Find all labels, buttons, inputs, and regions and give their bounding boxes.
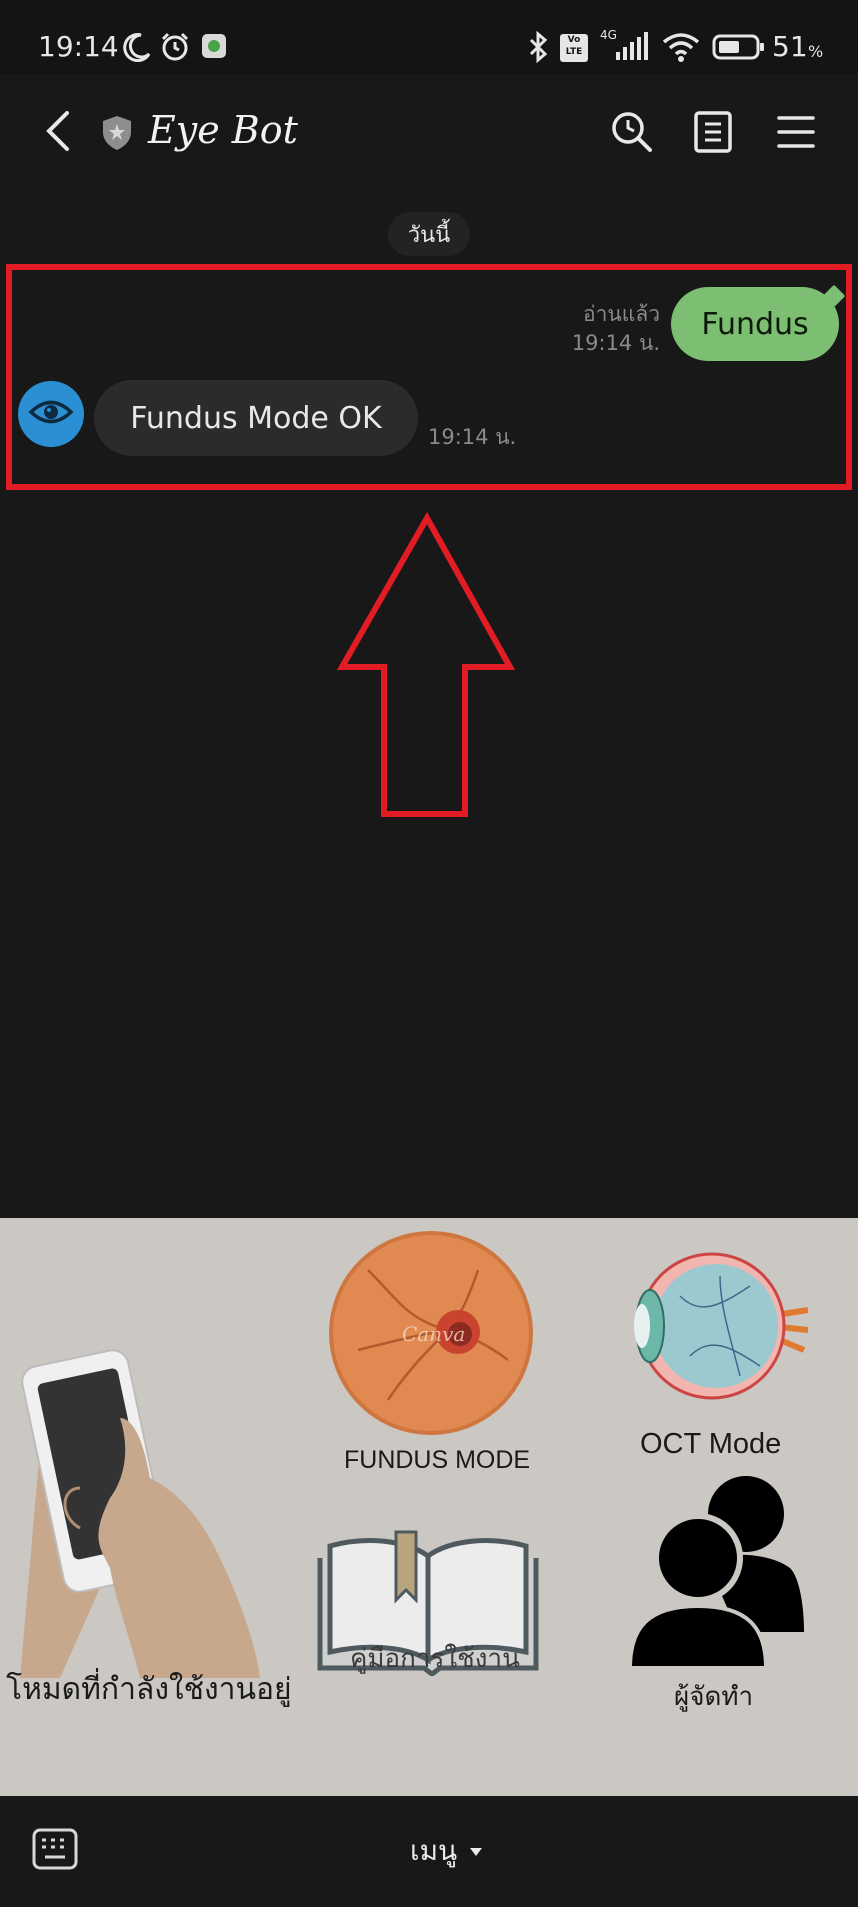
eyeball-icon <box>620 1246 810 1410</box>
battery-icon <box>712 32 766 62</box>
outgoing-message-bubble[interactable]: Fundus <box>671 287 839 361</box>
search-icon <box>610 110 654 158</box>
chat-title: Eye Bot <box>148 108 298 152</box>
people-icon <box>627 1468 808 1672</box>
alarm-icon <box>158 30 192 64</box>
menu-item-label: ผู้จัดทำ <box>674 1681 754 1711</box>
eye-icon <box>28 397 74 431</box>
notes-icon <box>693 110 733 158</box>
app-notification-icon <box>200 32 228 60</box>
caret-down-icon <box>469 1842 483 1861</box>
rich-menu: โหมดที่กำลังใช้งานอยู่ Canva FUNDUS MODE <box>0 1218 858 1796</box>
chat-header: Eye Bot <box>0 74 858 194</box>
up-arrow-annotation <box>336 512 516 817</box>
menu-item-current-mode[interactable]: โหมดที่กำลังใช้งานอยู่ <box>0 1218 300 1796</box>
menu-item-fundus-mode[interactable]: Canva FUNDUS MODE <box>300 1218 560 1508</box>
rich-menu-toggle[interactable]: เมนู <box>410 1824 510 1878</box>
menu-item-label: คู่มือการใช้งาน <box>350 1643 520 1673</box>
shield-badge-icon <box>100 114 136 154</box>
menu-button[interactable] <box>764 102 828 166</box>
notes-button[interactable] <box>681 102 745 166</box>
moon-icon <box>122 30 152 64</box>
battery-percent: 51 <box>772 30 808 63</box>
bot-avatar[interactable] <box>18 381 84 447</box>
incoming-message-time: 19:14 น. <box>428 425 517 449</box>
menu-toggle-label: เมนู <box>410 1834 458 1867</box>
phone-hand-icon <box>20 1338 280 1682</box>
menu-item-label: OCT Mode <box>640 1428 782 1460</box>
status-time: 19:14 <box>38 30 119 63</box>
battery-unit: % <box>808 42 824 61</box>
signal-icon <box>596 30 648 62</box>
keyboard-icon <box>32 1828 78 1874</box>
menu-icon <box>776 114 816 154</box>
back-icon <box>43 109 73 157</box>
bluetooth-icon <box>524 30 552 64</box>
incoming-message-bubble[interactable]: Fundus Mode OK <box>94 380 418 456</box>
menu-item-user-manual[interactable]: คู่มือการใช้งาน <box>300 1508 560 1796</box>
outgoing-message-time: 19:14 น. <box>571 331 660 355</box>
bottom-bar: เมนู <box>0 1796 858 1907</box>
date-separator: วันนี้ <box>388 212 470 256</box>
wifi-icon <box>660 30 702 64</box>
menu-item-label: โหมดที่กำลังใช้งานอยู่ <box>6 1673 292 1706</box>
volte-icon: Vo LTE <box>560 34 588 62</box>
keyboard-toggle-button[interactable] <box>30 1826 80 1876</box>
menu-item-oct-mode[interactable]: OCT Mode <box>580 1218 858 1508</box>
back-button[interactable] <box>30 102 86 164</box>
menu-item-label: FUNDUS MODE <box>344 1446 531 1474</box>
search-button[interactable] <box>600 102 664 166</box>
canva-watermark: Canva <box>402 1322 466 1346</box>
status-bar: 19:14 Vo LTE 4G 51 % <box>0 0 858 74</box>
menu-item-creators[interactable]: ผู้จัดทำ <box>580 1476 858 1796</box>
